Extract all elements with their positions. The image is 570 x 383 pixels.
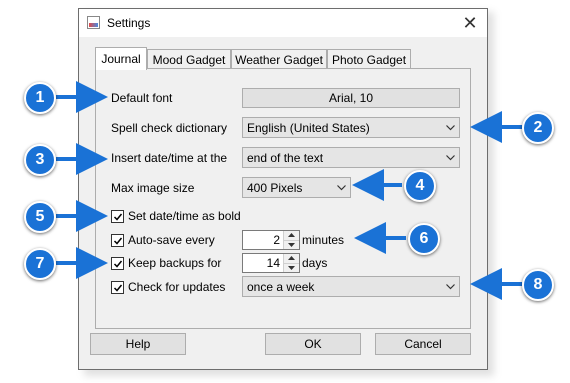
checkmark-icon: [113, 237, 123, 245]
default-font-label: Default font: [111, 91, 173, 105]
updates-option[interactable]: Check for updates: [111, 280, 225, 294]
autosave-value[interactable]: 2: [243, 231, 283, 249]
app-icon: [87, 16, 100, 29]
backups-unit: days: [302, 256, 328, 270]
autosave-label: Auto-save every: [128, 233, 215, 247]
insert-datetime-dropdown[interactable]: end of the text: [242, 147, 460, 168]
autosave-unit: minutes: [302, 233, 345, 247]
autosave-option[interactable]: Auto-save every: [111, 233, 215, 247]
max-image-size-dropdown[interactable]: 400 Pixels: [242, 177, 351, 198]
updates-checkbox[interactable]: [111, 280, 124, 294]
spin-up-icon[interactable]: [284, 254, 299, 264]
spell-check-label: Spell check dictionary: [111, 121, 228, 135]
help-button[interactable]: Help: [90, 333, 186, 355]
cancel-button[interactable]: Cancel: [375, 333, 471, 355]
autosave-stepper[interactable]: 2: [242, 230, 300, 250]
window-title: Settings: [107, 16, 151, 30]
spell-check-dropdown[interactable]: English (United States): [242, 117, 460, 138]
chevron-down-icon: [441, 283, 459, 290]
backups-value[interactable]: 14: [243, 254, 283, 272]
chevron-down-icon: [441, 124, 459, 131]
insert-datetime-value: end of the text: [247, 150, 324, 165]
checkmark-icon: [113, 284, 123, 292]
updates-dropdown[interactable]: once a week: [242, 276, 460, 297]
title-bar: Settings ✕: [79, 9, 487, 37]
insert-datetime-label: Insert date/time at the: [111, 151, 228, 165]
backups-option[interactable]: Keep backups for: [111, 256, 221, 270]
updates-value: once a week: [247, 279, 315, 294]
backups-label: Keep backups for: [128, 256, 222, 270]
spin-down-icon[interactable]: [284, 240, 299, 249]
updates-label: Check for updates: [128, 280, 226, 294]
max-image-size-label: Max image size: [111, 181, 195, 195]
tab-mood-gadget[interactable]: Mood Gadget: [147, 49, 231, 69]
spell-check-value: English (United States): [247, 120, 370, 135]
autosave-checkbox[interactable]: [111, 233, 124, 247]
close-button[interactable]: ✕: [453, 9, 487, 37]
max-image-size-value: 400 Pixels: [247, 180, 303, 195]
bold-datetime-label: Set date/time as bold: [128, 209, 241, 223]
backups-stepper[interactable]: 14: [242, 253, 300, 273]
default-font-button[interactable]: Arial, 10: [242, 88, 460, 108]
ok-button[interactable]: OK: [265, 333, 361, 355]
tab-photo-gadget[interactable]: Photo Gadget: [327, 49, 411, 69]
chevron-down-icon: [332, 184, 350, 191]
bold-datetime-checkbox[interactable]: [111, 209, 124, 223]
checkmark-icon: [113, 260, 123, 268]
checkmark-icon: [113, 213, 123, 221]
tab-weather-gadget[interactable]: Weather Gadget: [231, 49, 327, 69]
spin-down-icon[interactable]: [284, 263, 299, 272]
bold-datetime-option[interactable]: Set date/time as bold: [111, 209, 241, 223]
chevron-down-icon: [441, 154, 459, 161]
backups-checkbox[interactable]: [111, 256, 124, 270]
tab-journal[interactable]: Journal: [95, 47, 147, 70]
spin-up-icon[interactable]: [284, 231, 299, 241]
